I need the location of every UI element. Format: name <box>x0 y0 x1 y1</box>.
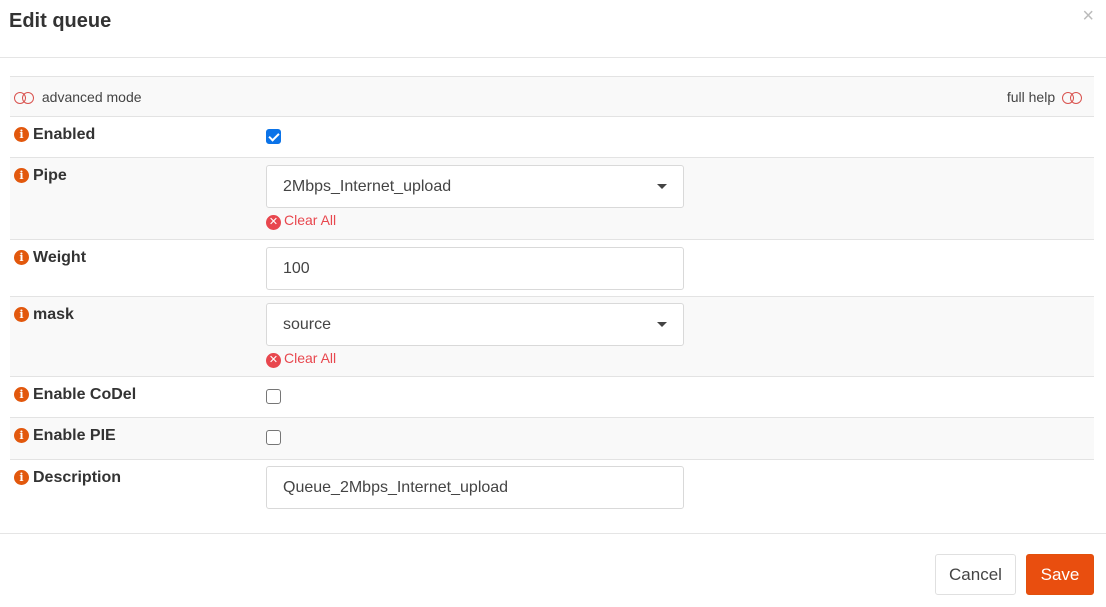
modal-title: Edit queue <box>9 10 112 32</box>
save-button[interactable]: Save <box>1026 554 1094 595</box>
mask-label-text: mask <box>33 306 74 323</box>
pie-label: i Enable PIE <box>14 427 116 445</box>
form-table: advanced mode full help i Enabled i Pipe 2… <box>10 76 1094 534</box>
mask-label: i mask <box>14 306 74 324</box>
info-icon[interactable]: i <box>14 470 29 485</box>
pipe-clear-all-link[interactable]: ✕ Clear All <box>266 212 336 230</box>
description-label: i Description <box>14 469 121 487</box>
row-weight: i Weight <box>10 240 1094 297</box>
mask-clear-all-label: Clear All <box>284 350 337 366</box>
info-icon[interactable]: i <box>14 428 29 443</box>
codel-label-text: Enable CoDel <box>33 386 137 403</box>
advanced-mode-label: advanced mode <box>41 89 142 105</box>
advanced-mode-toggle[interactable]: advanced mode <box>14 89 142 105</box>
codel-label: i Enable CoDel <box>14 386 136 404</box>
modal-footer: Cancel Save <box>0 533 1106 607</box>
pipe-select[interactable]: 2Mbps_Internet_upload <box>266 165 684 208</box>
info-icon[interactable]: i <box>14 250 29 265</box>
info-icon[interactable]: i <box>14 307 29 322</box>
cancel-button[interactable]: Cancel <box>935 554 1016 595</box>
mask-clear-all-link[interactable]: ✕ Clear All <box>266 350 336 368</box>
row-enabled: i Enabled <box>10 117 1094 158</box>
form-toolbar: advanced mode full help <box>10 77 1094 117</box>
enabled-checkbox[interactable] <box>266 129 281 144</box>
row-pipe: i Pipe 2Mbps_Internet_upload ✕ Clear All <box>10 158 1094 240</box>
row-description: i Description <box>10 460 1094 534</box>
info-icon[interactable]: i <box>14 387 29 402</box>
enabled-label: i Enabled <box>14 126 95 144</box>
description-input[interactable] <box>266 466 684 509</box>
clear-icon: ✕ <box>266 215 281 230</box>
weight-label-text: Weight <box>33 249 87 266</box>
full-help-label: full help <box>1006 89 1056 105</box>
weight-input[interactable] <box>266 247 684 290</box>
description-label-text: Description <box>33 469 122 486</box>
pie-label-text: Enable PIE <box>33 427 116 444</box>
modal-header: Edit queue × <box>0 0 1106 58</box>
row-mask: i mask source ✕ Clear All <box>10 297 1094 377</box>
enabled-label-text: Enabled <box>33 126 96 143</box>
info-icon[interactable]: i <box>14 127 29 142</box>
mask-select-value: source <box>283 316 332 333</box>
pipe-label-text: Pipe <box>33 167 67 184</box>
clear-icon: ✕ <box>266 353 281 368</box>
toggle-off-icon <box>1062 92 1084 105</box>
chevron-down-icon <box>657 322 667 327</box>
toggle-off-icon <box>14 92 36 105</box>
full-help-toggle[interactable]: full help <box>1007 89 1084 105</box>
row-enable-pie: i Enable PIE <box>10 418 1094 460</box>
pie-checkbox[interactable] <box>266 430 281 445</box>
close-icon[interactable]: × <box>1082 4 1094 28</box>
chevron-down-icon <box>657 184 667 189</box>
weight-label: i Weight <box>14 249 86 267</box>
codel-checkbox[interactable] <box>266 389 281 404</box>
pipe-label: i Pipe <box>14 167 67 185</box>
pipe-select-value: 2Mbps_Internet_upload <box>283 178 452 195</box>
mask-select[interactable]: source <box>266 303 684 346</box>
info-icon[interactable]: i <box>14 168 29 183</box>
pipe-clear-all-label: Clear All <box>284 212 337 228</box>
row-enable-codel: i Enable CoDel <box>10 377 1094 418</box>
